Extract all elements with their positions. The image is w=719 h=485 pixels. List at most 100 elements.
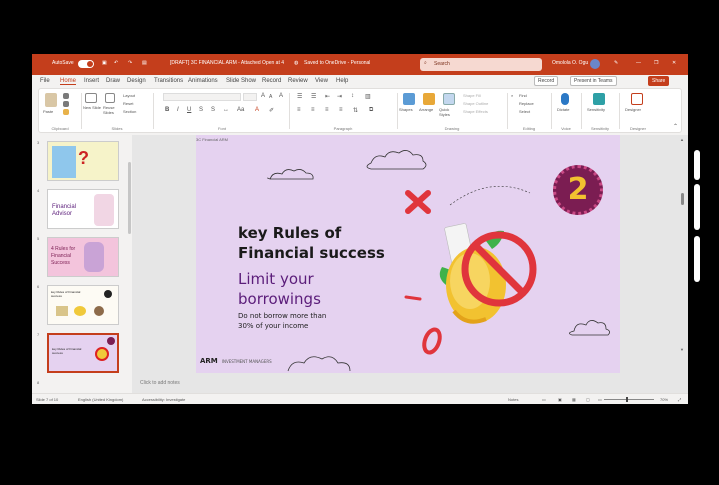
slide-thumbnail-3[interactable]: ? (47, 141, 119, 181)
quick-styles-label[interactable]: Quick Styles (439, 107, 459, 117)
layout-button[interactable]: Layout (123, 93, 135, 98)
new-slide-label[interactable]: New Slide (83, 105, 101, 110)
tab-home[interactable]: Home (60, 78, 77, 85)
bullets-icon[interactable]: ☰ (297, 93, 302, 100)
spacing-icon[interactable]: ↔ (223, 107, 229, 113)
highlight-icon[interactable]: ✐ (269, 107, 274, 114)
line-spacing-icon[interactable]: ↕ (351, 93, 354, 99)
thumbnails-scrollbar[interactable] (128, 162, 131, 234)
undo-icon[interactable]: ↶ (114, 60, 118, 66)
microphone-icon[interactable] (561, 93, 569, 105)
normal-view-icon[interactable]: ▣ (558, 397, 562, 402)
tab-slide-show[interactable]: Slide Show (226, 78, 256, 84)
replace-button[interactable]: Replace (519, 101, 534, 106)
pen-icon[interactable]: ✎ (614, 60, 618, 66)
minimize-icon[interactable]: — (636, 60, 641, 66)
justify-icon[interactable]: ≡ (339, 107, 343, 113)
comments-icon[interactable]: ▭ (542, 397, 546, 402)
scroll-thumb[interactable] (681, 193, 684, 205)
find-button[interactable]: Find (519, 93, 527, 98)
align-left-icon[interactable]: ≡ (297, 107, 301, 113)
font-color-icon[interactable]: A (255, 107, 259, 113)
increase-indent-icon[interactable]: ⇥ (337, 93, 342, 100)
zoom-slider-thumb[interactable] (626, 397, 628, 402)
decrease-indent-icon[interactable]: ⇤ (325, 93, 330, 100)
numbering-icon[interactable]: ☰ (311, 93, 316, 100)
shapes-icon[interactable] (403, 93, 415, 105)
change-case-icon[interactable]: Aa (237, 107, 244, 113)
align-right-icon[interactable]: ≡ (325, 107, 329, 113)
dictate-label[interactable]: Dictate (557, 107, 569, 112)
tab-animations[interactable]: Animations (188, 78, 218, 84)
tab-view[interactable]: View (315, 78, 328, 84)
columns-icon[interactable]: ▥ (365, 93, 371, 100)
copy-icon[interactable] (63, 101, 69, 107)
restore-icon[interactable]: ❐ (654, 60, 658, 66)
arrange-icon[interactable] (423, 93, 435, 105)
present-in-teams-button[interactable]: Present in Teams (570, 76, 617, 86)
quick-styles-icon[interactable] (443, 93, 455, 105)
scroll-up-icon[interactable]: ▲ (680, 137, 684, 142)
slide-thumbnail-7[interactable]: key Rules of Financial success (47, 333, 119, 373)
strikethrough-icon[interactable]: S (199, 107, 203, 113)
share-button[interactable]: Share (648, 76, 670, 86)
slide-subtitle[interactable]: Limit your borrowings (238, 269, 321, 309)
underline-icon[interactable]: U (187, 107, 191, 113)
designer-icon[interactable] (631, 93, 643, 105)
current-slide[interactable]: 3C Financial ARM 2 key Rules of Financia… (196, 135, 620, 373)
presenter-icon[interactable]: ▭ (598, 397, 602, 402)
redo-icon[interactable]: ↷ (128, 60, 132, 66)
fit-to-window-icon[interactable]: ⤢ (678, 397, 681, 402)
shape-effects-button[interactable]: Shape Effects (463, 109, 488, 114)
shape-fill-button[interactable]: Shape Fill (463, 93, 481, 98)
editor-scrollbar[interactable]: ▲ ▼ (680, 137, 685, 391)
arrange-label[interactable]: Arrange (419, 107, 433, 112)
notes-toggle[interactable]: Notes (508, 397, 518, 402)
decrease-font-icon[interactable]: A (269, 94, 272, 100)
tab-record[interactable]: Record (262, 78, 281, 84)
align-center-icon[interactable]: ≡ (311, 107, 315, 113)
zoom-level[interactable]: 70% (660, 397, 668, 402)
reuse-slides-icon[interactable] (105, 93, 115, 103)
font-size-input[interactable] (243, 93, 257, 101)
tab-review[interactable]: Review (288, 78, 308, 84)
font-name-input[interactable] (163, 93, 241, 101)
section-button[interactable]: Section (123, 109, 136, 114)
autosave-toggle[interactable] (78, 60, 94, 68)
shape-outline-button[interactable]: Shape Outline (463, 101, 488, 106)
close-icon[interactable]: ✕ (672, 60, 676, 66)
slide-title[interactable]: key Rules of Financial success (238, 223, 385, 263)
shadow-icon[interactable]: S (211, 107, 215, 113)
slide-sorter-icon[interactable]: ▦ (572, 397, 576, 402)
tab-draw[interactable]: Draw (106, 78, 120, 84)
accessibility-status[interactable]: Accessibility: Investigate (142, 397, 185, 402)
scroll-down-icon[interactable]: ▼ (680, 347, 684, 352)
saved-status[interactable]: Saved to OneDrive - Personal (304, 60, 370, 66)
paste-icon[interactable] (45, 93, 57, 107)
tab-help[interactable]: Help (336, 78, 348, 84)
language-status[interactable]: English (United Kingdom) (78, 397, 123, 402)
reuse-slides-label[interactable]: Reuse Slides (103, 105, 121, 115)
sensitivity-label[interactable]: Sensitivity (587, 107, 605, 112)
search-box[interactable]: ⌕ Search (420, 58, 542, 71)
smartart-icon[interactable]: ⧉ (369, 107, 373, 114)
clear-format-icon[interactable]: A (279, 93, 283, 99)
tab-design[interactable]: Design (127, 78, 146, 84)
paste-label[interactable]: Paste (43, 109, 53, 114)
designer-label[interactable]: Designer (625, 107, 641, 112)
tab-insert[interactable]: Insert (84, 78, 99, 84)
notes-pane[interactable]: Click to add notes (140, 380, 180, 386)
reset-button[interactable]: Reset (123, 101, 133, 106)
slide-thumbnail-5[interactable]: 4 Rules for Financial Success (47, 237, 119, 277)
select-button[interactable]: Select (519, 109, 530, 114)
search-input[interactable]: Search (434, 61, 450, 67)
tab-file[interactable]: File (40, 78, 50, 84)
text-direction-icon[interactable]: ⇅ (353, 107, 358, 114)
avatar[interactable] (590, 59, 600, 69)
collapse-ribbon-icon[interactable]: ⌃ (673, 123, 678, 130)
slide-thumbnail-4[interactable]: Financial Advisor (47, 189, 119, 229)
present-from-start-icon[interactable]: ▤ (142, 60, 147, 66)
cut-icon[interactable] (63, 93, 69, 99)
italic-icon[interactable]: I (177, 107, 179, 113)
shapes-label[interactable]: Shapes (399, 107, 413, 112)
